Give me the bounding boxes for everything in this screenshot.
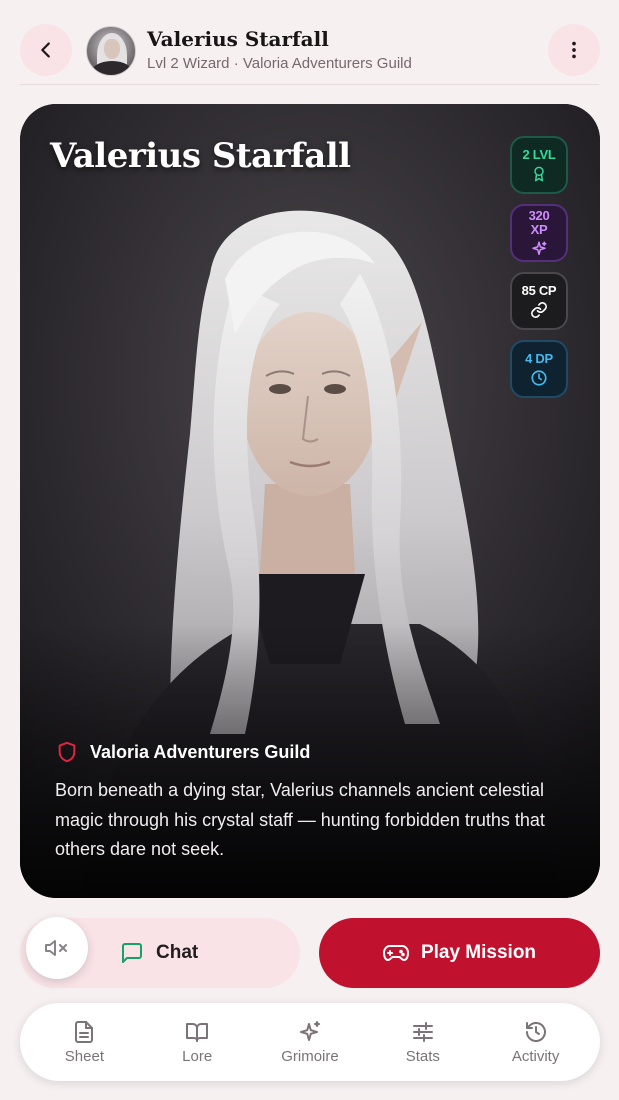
chat-label: Chat xyxy=(156,942,199,963)
character-card[interactable]: Valerius Starfall 2 LVL 320 XP 85 CP 4 D… xyxy=(20,104,600,898)
more-options-button[interactable] xyxy=(548,24,600,76)
character-bio: Born beneath a dying star, Valerius chan… xyxy=(55,780,545,859)
bottom-nav: Sheet Lore Grimoire Stats Activity xyxy=(20,1003,600,1081)
book-open-icon xyxy=(186,1022,209,1042)
message-square-icon xyxy=(122,943,142,963)
sliders-icon xyxy=(412,1021,433,1042)
chevron-left-icon xyxy=(41,42,50,58)
nav-item-stats[interactable]: Stats xyxy=(373,1020,473,1065)
character-name: Valerius Starfall xyxy=(50,136,351,176)
play-mission-label: Play Mission xyxy=(420,942,537,963)
nav-item-sheet[interactable]: Sheet xyxy=(34,1020,134,1065)
xp-badge[interactable]: 320 XP xyxy=(510,204,568,262)
volume-mute-icon xyxy=(45,940,67,956)
level-badge[interactable]: 2 LVL xyxy=(510,136,568,194)
history-icon xyxy=(525,1021,546,1042)
file-text-icon xyxy=(75,1020,94,1043)
nav-item-activity[interactable]: Activity xyxy=(486,1020,586,1065)
clock-icon xyxy=(531,369,547,386)
page-subtitle: Lvl 2 Wizard · Valoria Adventurers Guild xyxy=(147,55,412,72)
award-icon xyxy=(534,166,544,181)
dp-badge[interactable]: 4 DP xyxy=(510,340,568,398)
guild-name: Valoria Adventurers Guild xyxy=(90,741,311,762)
cp-badge[interactable]: 85 CP xyxy=(510,272,568,330)
nav-item-grimoire[interactable]: Grimoire xyxy=(260,1020,360,1065)
sparkles-icon xyxy=(532,241,547,255)
more-vertical-icon xyxy=(572,41,576,59)
link-icon xyxy=(531,301,547,318)
play-mission-button[interactable]: Play Mission xyxy=(319,918,600,988)
gamepad-icon xyxy=(382,945,409,961)
avatar[interactable] xyxy=(86,26,136,76)
app-header: Valerius Starfall Lvl 2 Wizard · Valoria… xyxy=(0,0,619,86)
header-divider xyxy=(20,84,599,85)
shield-icon xyxy=(58,741,76,763)
nav-item-lore[interactable]: Lore xyxy=(147,1020,247,1065)
page-title: Valerius Starfall xyxy=(147,27,329,51)
mute-button[interactable] xyxy=(26,917,88,979)
back-button[interactable] xyxy=(20,24,72,76)
guild-row: Valoria Adventurers Guild xyxy=(56,740,310,764)
sparkles-icon xyxy=(299,1020,320,1041)
